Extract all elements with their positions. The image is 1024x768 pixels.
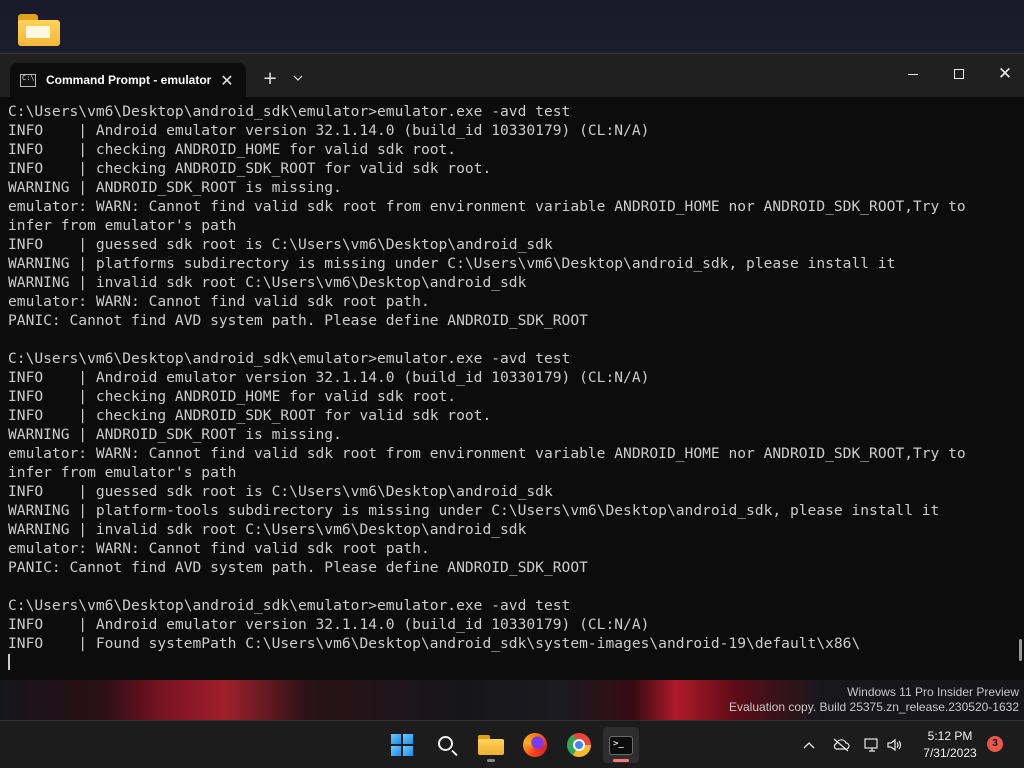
close-button[interactable]: ✕ — [982, 54, 1024, 94]
tab-dropdown-button[interactable] — [286, 66, 310, 90]
maximize-button[interactable] — [936, 54, 982, 94]
terminal-line: C:\Users\vm6\Desktop\android_sdk\emulato… — [8, 597, 571, 615]
network-icon — [864, 738, 878, 752]
running-indicator — [487, 759, 495, 762]
terminal-line: INFO | Android emulator version 32.1.14.… — [8, 122, 650, 140]
terminal-line: WARNING | platform-tools subdirectory is… — [8, 502, 940, 520]
show-hidden-icons-button[interactable] — [798, 721, 820, 768]
terminal-line: INFO | Android emulator version 32.1.14.… — [8, 369, 650, 387]
terminal-cursor-line[interactable] — [8, 653, 1024, 672]
chrome-icon — [567, 733, 591, 757]
terminal-output[interactable]: C:\Users\vm6\Desktop\android_sdk\emulato… — [0, 97, 1024, 681]
title-bar[interactable]: Command Prompt - emulator ✕ + ✕ — [0, 54, 1024, 97]
minimize-button[interactable] — [890, 54, 936, 94]
file-explorer-button[interactable] — [473, 727, 509, 763]
maximize-icon — [954, 69, 964, 79]
terminal-window: Command Prompt - emulator ✕ + ✕ C:\Users… — [0, 53, 1024, 680]
watermark-build: Evaluation copy. Build 25375.zn_release.… — [729, 700, 1019, 714]
active-indicator — [613, 759, 629, 762]
terminal-line: C:\Users\vm6\Desktop\android_sdk\emulato… — [8, 103, 571, 120]
terminal-line: WARNING | ANDROID_SDK_ROOT is missing. — [8, 179, 342, 197]
terminal-line: C:\Users\vm6\Desktop\android_sdk\emulato… — [8, 350, 571, 368]
tab-command-prompt[interactable]: Command Prompt - emulator ✕ — [10, 63, 246, 97]
text-cursor — [8, 654, 10, 671]
cloud-off-icon — [833, 738, 850, 752]
chrome-button[interactable] — [561, 727, 597, 763]
cmd-icon — [20, 73, 36, 87]
terminal-line: PANIC: Cannot find AVD system path. Plea… — [8, 559, 588, 577]
start-button[interactable] — [384, 727, 420, 763]
terminal-line: PANIC: Cannot find AVD system path. Plea… — [8, 312, 588, 330]
terminal-line: WARNING | ANDROID_SDK_ROOT is missing. — [8, 426, 342, 444]
scrollbar[interactable] — [1019, 639, 1022, 661]
terminal-line: INFO | guessed sdk root is C:\Users\vm6\… — [8, 483, 553, 501]
volume-icon — [887, 738, 902, 752]
close-icon: ✕ — [997, 63, 1013, 84]
network-button[interactable] — [862, 721, 882, 768]
terminal-line: infer from emulator's path — [8, 217, 237, 235]
terminal-line: INFO | checking ANDROID_HOME for valid s… — [8, 388, 457, 406]
volume-button[interactable] — [884, 721, 906, 768]
terminal-line: WARNING | invalid sdk root C:\Users\vm6\… — [8, 274, 527, 292]
terminal-line: INFO | checking ANDROID_SDK_ROOT for val… — [8, 407, 492, 425]
terminal-line: emulator: WARN: Cannot find valid sdk ro… — [8, 540, 430, 558]
firefox-icon — [523, 733, 547, 757]
clock-time: 5:12 PM — [927, 729, 973, 743]
terminal-icon — [609, 735, 633, 755]
onedrive-button[interactable] — [830, 721, 852, 768]
search-icon — [437, 735, 453, 751]
windows-watermark: Windows 11 Pro Insider Preview Evaluatio… — [729, 685, 1019, 715]
search-button[interactable] — [429, 727, 465, 763]
tab-title: Command Prompt - emulator — [46, 73, 212, 87]
terminal-line: infer from emulator's path — [8, 464, 237, 482]
terminal-line: emulator: WARN: Cannot find valid sdk ro… — [8, 198, 966, 216]
desktop-folder-icon[interactable] — [16, 12, 62, 48]
notification-badge[interactable]: 3 — [987, 736, 1003, 752]
clock-button[interactable]: 5:12 PM 7/31/2023 — [914, 728, 986, 762]
new-tab-button[interactable]: + — [258, 66, 282, 90]
terminal-line: INFO | checking ANDROID_SDK_ROOT for val… — [8, 160, 492, 178]
terminal-line: emulator: WARN: Cannot find valid sdk ro… — [8, 293, 430, 311]
folder-icon — [478, 735, 504, 755]
chevron-up-icon — [803, 742, 815, 749]
terminal-line: WARNING | platforms subdirectory is miss… — [8, 255, 896, 273]
terminal-line: INFO | Found systemPath C:\Users\vm6\Des… — [8, 635, 861, 653]
tab-close-button[interactable]: ✕ — [214, 67, 240, 93]
terminal-line: WARNING | invalid sdk root C:\Users\vm6\… — [8, 521, 527, 539]
watermark-edition: Windows 11 Pro Insider Preview — [847, 685, 1019, 699]
clock-date: 7/31/2023 — [923, 746, 977, 760]
minimize-icon — [908, 73, 918, 75]
taskbar: 5:12 PM 7/31/2023 3 — [0, 720, 1024, 768]
windows-logo-icon — [391, 734, 413, 756]
terminal-line: INFO | Android emulator version 32.1.14.… — [8, 616, 650, 634]
terminal-button[interactable] — [603, 727, 639, 763]
firefox-button[interactable] — [517, 727, 553, 763]
terminal-line: emulator: WARN: Cannot find valid sdk ro… — [8, 445, 966, 463]
terminal-line: INFO | checking ANDROID_HOME for valid s… — [8, 141, 457, 159]
terminal-line: INFO | guessed sdk root is C:\Users\vm6\… — [8, 236, 553, 254]
